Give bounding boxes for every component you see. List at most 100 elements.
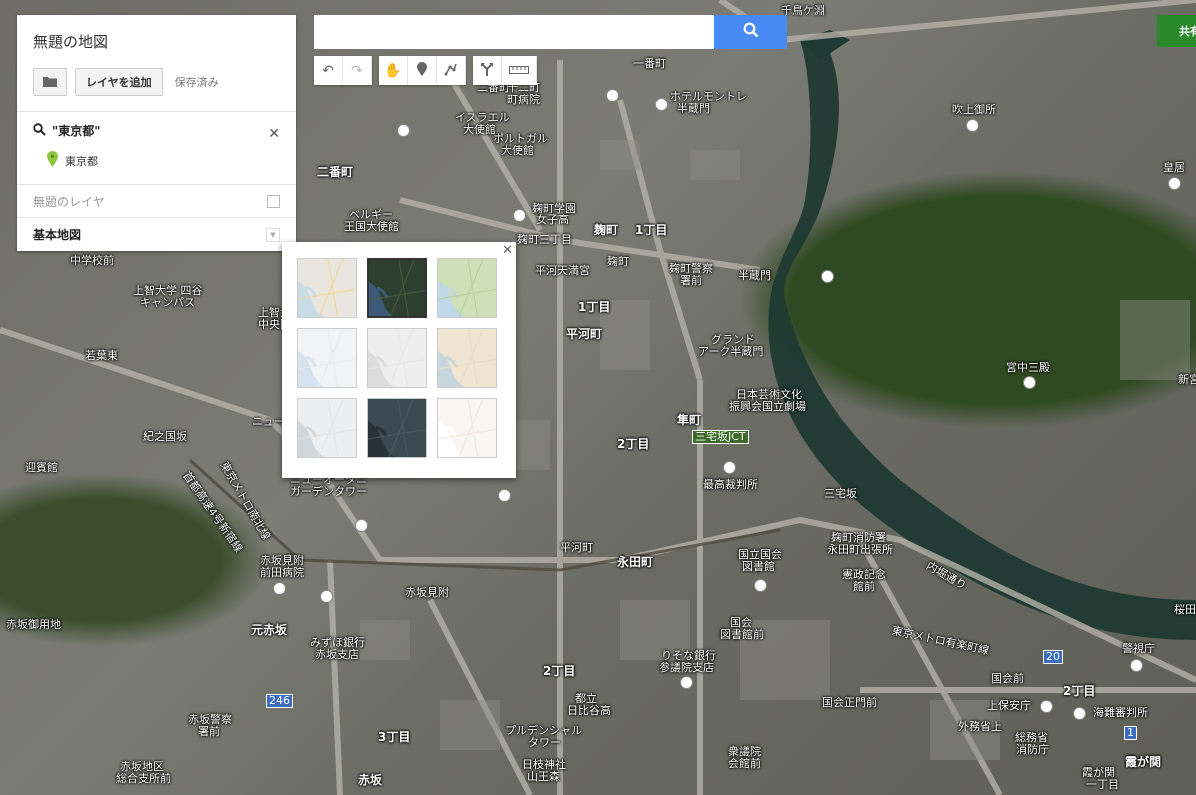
map-label: 署前 <box>680 274 702 287</box>
folder-icon <box>42 73 58 92</box>
share-button[interactable]: 共有 <box>1157 15 1196 47</box>
layer-visibility-checkbox[interactable] <box>267 194 280 208</box>
map-label: 皇居 <box>1163 161 1185 174</box>
poi-marker[interactable] <box>355 519 368 532</box>
search-input[interactable] <box>314 15 714 49</box>
basemap-thumb-dark-landmass[interactable] <box>367 398 427 458</box>
redo-button[interactable]: ↷ <box>343 56 372 85</box>
map-label: 麹町 <box>607 255 629 268</box>
map-title[interactable]: 無題の地図 <box>33 31 280 52</box>
map-label: 麹町三丁目 <box>517 233 572 246</box>
map-label: タワー <box>528 736 561 749</box>
poi-marker[interactable] <box>1073 707 1086 720</box>
map-label: 王国大使館 <box>344 220 399 233</box>
history-toolbar: ↶ ↷ <box>314 56 372 85</box>
map-label: 平河町 <box>566 327 603 341</box>
close-icon[interactable]: ✕ <box>268 126 280 142</box>
map-label: 大使館 <box>463 123 496 136</box>
untitled-layer[interactable]: 無題のレイヤ <box>17 185 296 218</box>
measure-button[interactable] <box>502 56 537 85</box>
map-label: 上保安庁 <box>987 699 1031 712</box>
map-label: 1丁目 <box>635 223 668 237</box>
map-label: 平河天満宮 <box>535 264 590 277</box>
map-label: 半蔵門 <box>677 102 710 115</box>
map-label: アーク半蔵門 <box>698 345 764 358</box>
add-layer-button[interactable]: レイヤを追加 <box>75 68 163 96</box>
poi-marker[interactable] <box>723 461 736 474</box>
map-label: 総合支所前 <box>116 772 171 785</box>
basemap-thumb-map[interactable] <box>297 258 357 318</box>
poi-marker[interactable] <box>1040 700 1053 713</box>
map-label: 桜田 <box>1174 603 1196 616</box>
map-label: 最高裁判所 <box>703 478 758 491</box>
map-label: 2丁目 <box>617 437 650 451</box>
basemap-thumb-satellite[interactable] <box>367 258 427 318</box>
map-label: 国会正門前 <box>822 696 877 709</box>
map-label: 図書館前 <box>720 628 764 641</box>
poi-marker[interactable] <box>655 98 668 111</box>
search-layer-title: "東京都" <box>52 124 101 138</box>
ruler-icon <box>509 63 529 79</box>
map-label: 中学校前 <box>70 254 114 267</box>
map-label: ニュー <box>252 415 285 428</box>
map-label: 宮中三殿 <box>1006 361 1050 374</box>
directions-toolbar <box>473 56 537 85</box>
poi-marker[interactable] <box>1023 376 1036 389</box>
poi-marker[interactable] <box>320 590 333 603</box>
map-label: 赤坂 <box>358 773 383 787</box>
poi-marker[interactable] <box>1168 177 1181 190</box>
search-icon <box>33 122 46 139</box>
basemap-thumb-mono-city[interactable] <box>367 328 427 388</box>
map-label: 赤坂御用地 <box>6 618 61 631</box>
untitled-layer-label: 無題のレイヤ <box>33 194 105 209</box>
map-label: 三宅坂 <box>824 487 857 500</box>
save-status: 保存済み <box>174 76 219 89</box>
open-map-button[interactable] <box>33 68 67 96</box>
add-marker-button[interactable] <box>408 56 437 85</box>
close-icon[interactable]: ✕ <box>502 243 513 258</box>
map-label: 赤坂支店 <box>315 648 359 661</box>
undo-button[interactable]: ↶ <box>314 56 343 85</box>
basemap-thumb-light-political[interactable] <box>297 328 357 388</box>
directions-button[interactable] <box>473 56 502 85</box>
basemap-thumb-whitewater[interactable] <box>437 398 497 458</box>
poi-marker[interactable] <box>680 676 693 689</box>
poi-marker[interactable] <box>498 489 511 502</box>
chevron-down-icon[interactable]: ▼ <box>266 227 280 242</box>
map-label: 新宮 <box>1178 373 1196 386</box>
map-label: 前田病院 <box>260 566 304 579</box>
poi-marker[interactable] <box>821 270 834 283</box>
search-result-item[interactable]: 東京都 <box>47 151 280 170</box>
map-label: ガーデンタワー <box>290 485 367 498</box>
map-label: 2丁目 <box>543 664 576 678</box>
redo-icon: ↷ <box>351 62 363 79</box>
draw-line-button[interactable] <box>437 56 466 85</box>
base-map-label: 基本地図 <box>33 228 82 242</box>
basemap-thumb-terrain[interactable] <box>437 258 497 318</box>
basemap-thumb-simple-atlas[interactable] <box>437 328 497 388</box>
search-button[interactable] <box>714 15 787 49</box>
directions-icon <box>480 62 494 80</box>
poi-marker[interactable] <box>273 582 286 595</box>
poi-marker[interactable] <box>513 209 526 222</box>
map-label: 二番町 <box>317 165 354 179</box>
layers-panel: 無題の地図 レイヤを追加 保存済み "東京都" ✕ 東京都 無題のレイヤ 基本地… <box>17 15 296 251</box>
map-label: 千鳥ケ淵 <box>781 4 825 17</box>
poi-marker[interactable] <box>606 89 619 102</box>
map-label: 海難審判所 <box>1093 706 1148 719</box>
poi-marker[interactable] <box>397 124 410 137</box>
pan-button[interactable]: ✋ <box>379 56 408 85</box>
map-label: 元赤坂 <box>251 623 288 637</box>
poi-marker[interactable] <box>966 119 979 132</box>
marker-icon <box>417 61 427 80</box>
map-label: 麹町 <box>594 223 619 237</box>
map-label: 館前 <box>853 580 875 593</box>
poi-marker[interactable] <box>754 579 767 592</box>
base-map-row[interactable]: 基本地図 ▼ <box>17 218 296 251</box>
search-results-layer: "東京都" ✕ 東京都 <box>17 112 296 185</box>
poi-marker[interactable] <box>1130 659 1143 672</box>
map-label: 振興会国立劇場 <box>729 400 806 413</box>
map-label: 若葉東 <box>85 349 118 362</box>
hand-icon: ✋ <box>384 62 402 79</box>
basemap-thumb-light-landmass[interactable] <box>297 398 357 458</box>
